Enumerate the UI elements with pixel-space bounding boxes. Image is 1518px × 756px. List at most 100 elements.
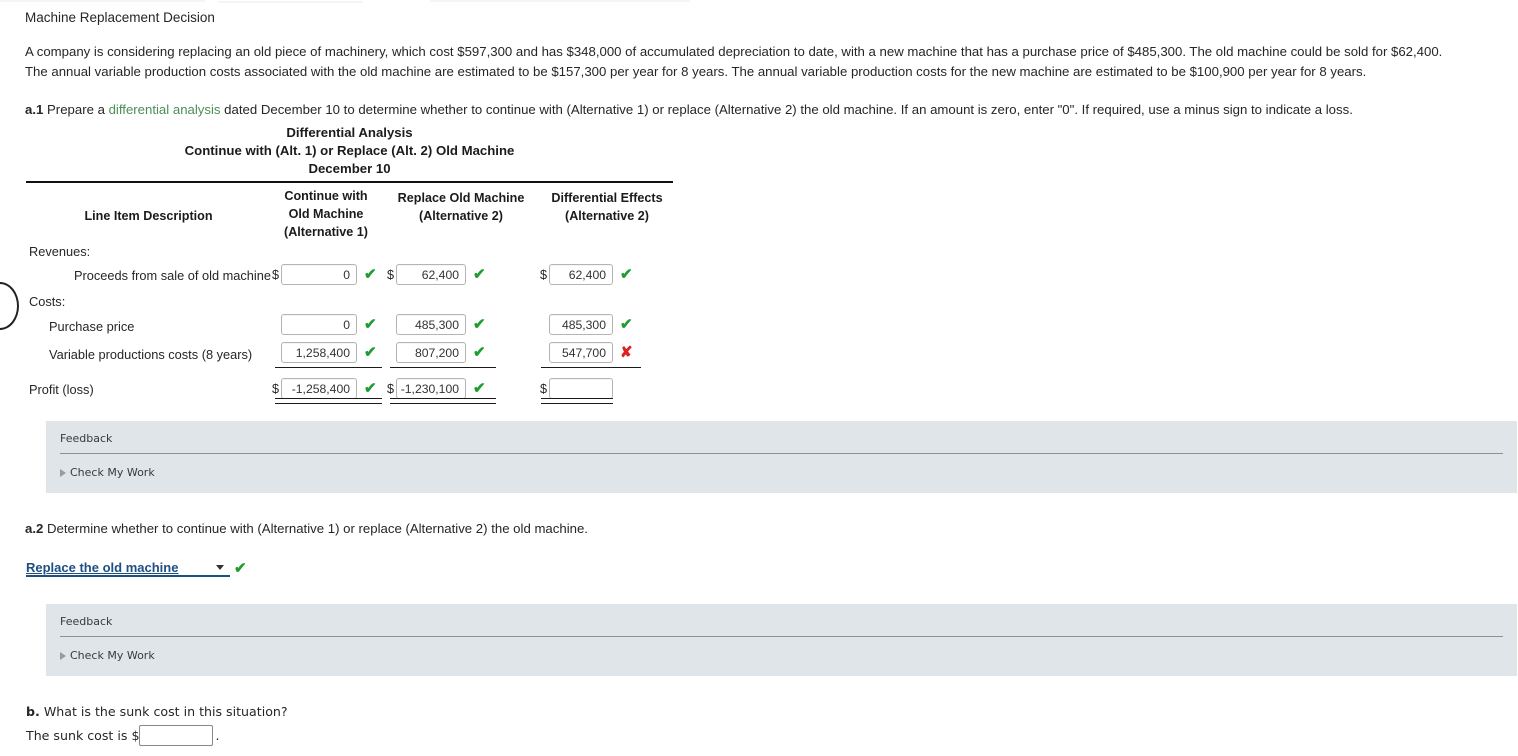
header-replace-old-machine: Replace Old Machine (Alternative 2) [381,189,541,241]
input-profit-differential[interactable] [549,378,613,399]
question-a2-text: Determine whether to continue with (Alte… [43,521,588,536]
subtotal-rule-col3 [541,367,641,368]
row-label-variable-production-costs: Variable productions costs (8 years) [49,347,253,362]
cell-profit-col2: $ ✔ [387,378,486,399]
check-my-work-a1[interactable]: Check My Work [60,466,155,479]
row-label-purchase-price: Purchase price [49,319,135,334]
cell-purchase-price-col2: $ ✔ [387,314,486,335]
status-check-icon: ✔ [473,316,486,333]
answer-dropdown-a2[interactable]: Replace the old machine [26,559,230,577]
cell-profit-col1: $ ✔ [272,378,377,399]
question-a2-number: a.2 [25,521,44,536]
total-double-rule-col2 [390,398,496,404]
feedback-panel-a1: Feedback Check My Work [46,421,1517,493]
expand-triangle-icon [60,468,66,477]
dollar-sign: $ [540,381,548,396]
top-partial-strip-2 [218,1,363,3]
input-sunk-cost[interactable] [139,725,214,746]
cell-purchase-price-col1: $ ✔ [272,314,377,335]
status-cross-icon: ✘ [620,344,633,361]
problem-paragraph-line-2: The annual variable production costs ass… [25,64,1367,79]
input-purchase-price-alt2[interactable] [396,314,466,335]
question-a1-number: a.1 [25,102,44,117]
table-title-line-2: Continue with (Alt. 1) or Replace (Alt. … [184,143,515,158]
chevron-down-icon [216,564,224,570]
top-partial-strip-1 [0,0,205,2]
status-check-icon: ✔ [473,380,486,397]
check-my-work-label: Check My Work [70,466,155,479]
feedback-title: Feedback [60,615,113,628]
input-proceeds-alt2[interactable] [396,264,466,285]
expand-triangle-icon [60,651,66,660]
total-double-rule-col1 [275,398,382,404]
question-a1: a.1 Prepare a differential analysis date… [25,102,1353,117]
status-check-icon: ✔ [620,266,633,283]
dollar-sign: $ [387,381,395,396]
problem-paragraph-line-1: A company is considering replacing an ol… [25,44,1443,59]
input-variable-costs-alt2[interactable] [396,342,466,363]
input-profit-alt1[interactable] [281,378,357,399]
status-check-icon: ✔ [364,344,377,361]
cell-proceeds-col1: $ ✔ [272,264,377,285]
question-b-answer-row: The sunk cost is $ . [26,725,219,746]
input-variable-costs-alt1[interactable] [281,342,357,363]
dollar-sign: $ [540,267,548,282]
header-differential-effects: Differential Effects (Alternative 2) [541,189,673,241]
cell-variable-costs-col1: $ ✔ [272,342,377,363]
differential-analysis-link[interactable]: differential analysis [109,102,221,117]
sunk-cost-suffix: . [215,728,220,743]
cell-profit-col3: $ [540,378,613,399]
feedback-panel-a2: Feedback Check My Work [46,604,1517,676]
header-col3-line1: Differential Effects [551,191,663,205]
header-col3-line2: (Alternative 2) [565,209,649,223]
status-check-icon: ✔ [473,344,486,361]
status-check-icon: ✔ [234,560,247,577]
subtotal-rule-col2 [390,367,496,368]
dollar-sign: $ [387,267,395,282]
header-col1-line3: (Alternative 1) [284,225,368,239]
section-label-revenues: Revenues: [29,244,91,259]
row-label-proceeds-from-sale: Proceeds from sale of old machine [73,268,271,283]
header-continue-with-old-machine: Continue with Old Machine (Alternative 1… [271,187,381,241]
status-check-icon: ✔ [364,316,377,333]
answer-dropdown-value: Replace the old machine [26,559,179,575]
status-check-icon: ✔ [364,266,377,283]
check-my-work-a2[interactable]: Check My Work [60,649,155,662]
dollar-sign: $ [272,381,280,396]
differential-analysis-table: Differential Analysis Continue with (Alt… [26,124,673,241]
input-proceeds-differential[interactable] [549,264,613,285]
status-check-icon: ✔ [620,316,633,333]
feedback-title: Feedback [60,432,113,445]
question-b: b. What is the sunk cost in this situati… [26,704,288,719]
question-a2: a.2 Determine whether to continue with (… [25,521,588,536]
status-check-icon: ✔ [364,380,377,397]
input-purchase-price-alt1[interactable] [281,314,357,335]
table-header-row: Line Item Description Continue with Old … [26,183,673,241]
top-partial-strip-3 [430,0,690,2]
input-proceeds-alt1[interactable] [281,264,357,285]
status-check-icon: ✔ [473,266,486,283]
feedback-divider [60,453,1503,454]
dollar-sign: $ [272,267,280,282]
input-profit-alt2[interactable] [396,378,466,399]
question-a1-text-before: Prepare a [43,102,109,117]
section-label-costs: Costs: [29,294,66,309]
table-title-line-3: December 10 [308,161,391,176]
question-a1-text-after: dated December 10 to determine whether t… [220,102,1353,117]
input-variable-costs-differential[interactable] [549,342,613,363]
page-title: Machine Replacement Decision [25,10,215,25]
cell-variable-costs-col3: $ ✘ [540,342,633,363]
question-b-text: What is the sunk cost in this situation? [39,704,288,719]
question-b-number: b. [26,704,40,719]
header-col2-line1: Replace Old Machine [397,191,525,205]
feedback-divider [60,636,1503,637]
row-label-profit-loss: Profit (loss) [29,382,94,397]
cell-proceeds-col2: $ ✔ [387,264,486,285]
check-my-work-label: Check My Work [70,649,155,662]
edge-circle-annotation [0,282,19,330]
header-col1-line2: Old Machine [288,207,364,221]
input-purchase-price-differential[interactable] [549,314,613,335]
subtotal-rule-col1 [275,367,382,368]
cell-purchase-price-col3: $ ✔ [540,314,633,335]
cell-proceeds-col3: $ ✔ [540,264,633,285]
